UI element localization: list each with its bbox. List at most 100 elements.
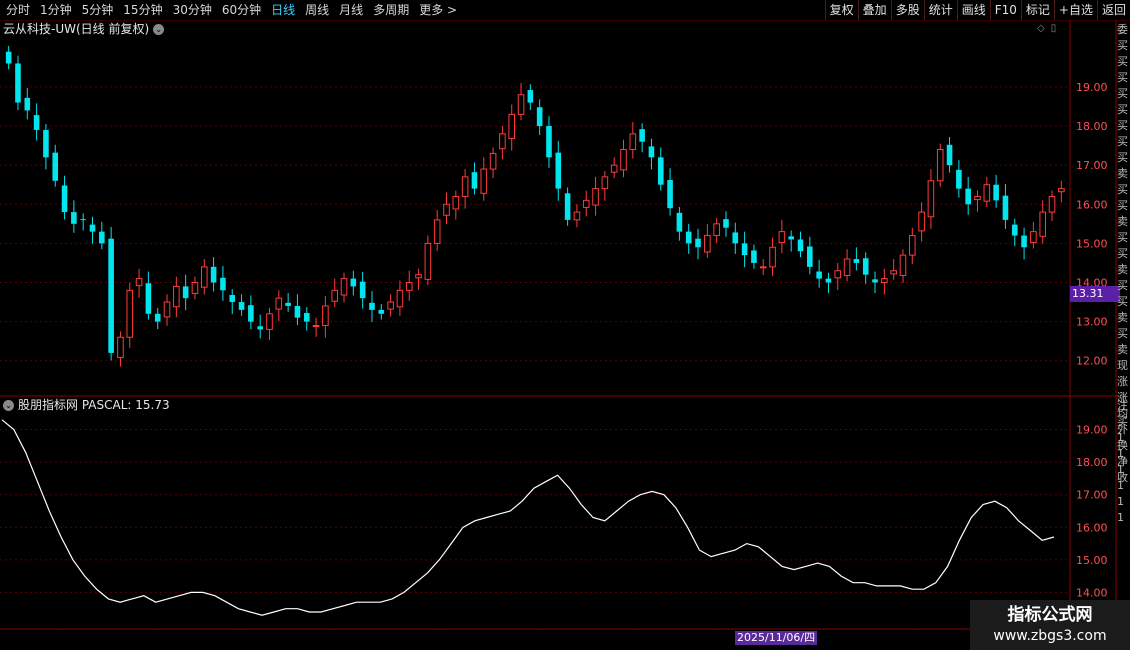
candle-body: [285, 302, 291, 306]
chevron-down-icon[interactable]: ⌄: [153, 23, 165, 35]
candlestick-chart[interactable]: 19.00 18.00 17.00 16.00 15.00 14.00 13.00 12.00…: [0, 0, 1130, 630]
candle-body: [15, 63, 21, 103]
candle-body: [340, 278, 348, 296]
price-axis-label: 18.00: [1076, 120, 1108, 133]
candle-body: [853, 259, 860, 263]
candle-body: [433, 219, 441, 244]
candle-body: [564, 193, 571, 220]
price-axis-label: 17.00: [1076, 159, 1108, 172]
diamond-icon[interactable]: ◇: [1037, 23, 1045, 34]
candle-body: [275, 297, 283, 310]
candle-body: [200, 266, 208, 288]
price-axis-label: 19.00: [1076, 81, 1108, 94]
candle-body: [965, 188, 971, 205]
indicator-axis-label: 17.00: [1076, 489, 1108, 502]
candle-body: [872, 279, 878, 283]
candle-body: [620, 149, 627, 171]
candle-body: [769, 246, 776, 268]
price-axis-label: 12.00: [1076, 355, 1108, 368]
candle-body: [24, 97, 31, 111]
candle-body: [1002, 195, 1009, 220]
candle-body: [825, 278, 832, 283]
candle-body: [480, 168, 488, 194]
candle-body: [788, 236, 794, 240]
candle-body: [778, 231, 786, 244]
candle-body: [685, 231, 692, 244]
stock-title: 云从科技-UW(日线 前复权) ⌄: [3, 22, 165, 36]
candle-body: [890, 270, 897, 275]
candle-body: [303, 312, 310, 322]
candle-body: [359, 281, 366, 299]
candle-body: [1021, 235, 1027, 248]
candle-body: [601, 176, 609, 190]
candle-body: [759, 266, 767, 269]
candle-body: [592, 188, 599, 206]
candle-body: [322, 305, 329, 327]
candle-body: [555, 152, 562, 189]
candle-body: [5, 51, 12, 64]
candle-body: [229, 295, 236, 303]
candle-body: [797, 239, 804, 252]
candle-body: [294, 305, 301, 318]
cursor-date-label: 2025/11/06/四: [735, 631, 818, 645]
candle-body: [1058, 188, 1065, 193]
candle-body: [927, 180, 935, 218]
candle-body: [610, 164, 618, 173]
candle-body: [461, 176, 469, 197]
price-axis-label: 16.00: [1076, 198, 1108, 211]
candle-body: [405, 281, 413, 291]
candle-body: [238, 302, 245, 310]
candle-body: [257, 326, 263, 330]
candle-body: [517, 94, 525, 115]
price-axis-label: 13.00: [1076, 316, 1108, 329]
candle-body: [676, 212, 683, 232]
candle-body: [946, 144, 953, 166]
candle-body: [974, 195, 981, 201]
candle-body: [471, 172, 478, 189]
candle-body: [704, 235, 711, 253]
candle-body: [667, 180, 673, 209]
candle-body: [350, 278, 357, 287]
window-icon[interactable]: ▯: [1051, 23, 1057, 34]
candle-body: [956, 169, 962, 189]
candle-body: [173, 285, 180, 308]
candle-body: [443, 203, 450, 216]
candle-body: [629, 133, 637, 151]
site-watermark: 指标公式网 www.zbgs3.com: [970, 600, 1130, 650]
candle-body: [807, 246, 813, 267]
candle-body: [741, 243, 748, 256]
candle-body: [834, 270, 842, 279]
candle-body: [145, 283, 152, 314]
candle-body: [918, 211, 925, 232]
candle-body: [983, 184, 991, 202]
candle-body: [639, 129, 645, 142]
candle-body: [881, 278, 888, 283]
candle-body: [89, 224, 96, 232]
candle-body: [163, 301, 171, 318]
chart-window-icons: ◇ ▯: [1037, 23, 1056, 34]
candle-body: [424, 242, 432, 280]
candle-body: [387, 301, 394, 310]
candle-body: [191, 281, 199, 294]
candle-body: [43, 129, 49, 158]
candle-body: [723, 219, 729, 228]
chevron-down-icon[interactable]: ⌄: [3, 399, 14, 411]
candle-body: [33, 115, 40, 130]
candle-body: [908, 235, 916, 256]
candle-body: [452, 195, 460, 210]
candle-body: [899, 254, 907, 276]
candle-body: [732, 232, 739, 244]
candle-body: [751, 250, 757, 263]
candle-body: [582, 199, 590, 208]
candle-body: [220, 277, 226, 291]
candle-body: [117, 336, 124, 359]
candle-body: [527, 90, 534, 103]
candle-body: [536, 107, 543, 127]
watermark-url: www.zbgs3.com: [993, 628, 1107, 644]
candle-body: [713, 223, 720, 237]
indicator-axis-label: 15.00: [1076, 554, 1108, 567]
candle-body: [126, 289, 134, 338]
candle-body: [210, 266, 217, 283]
candle-body: [369, 302, 375, 310]
stock-title-text: 云从科技-UW(日线 前复权): [3, 22, 150, 36]
